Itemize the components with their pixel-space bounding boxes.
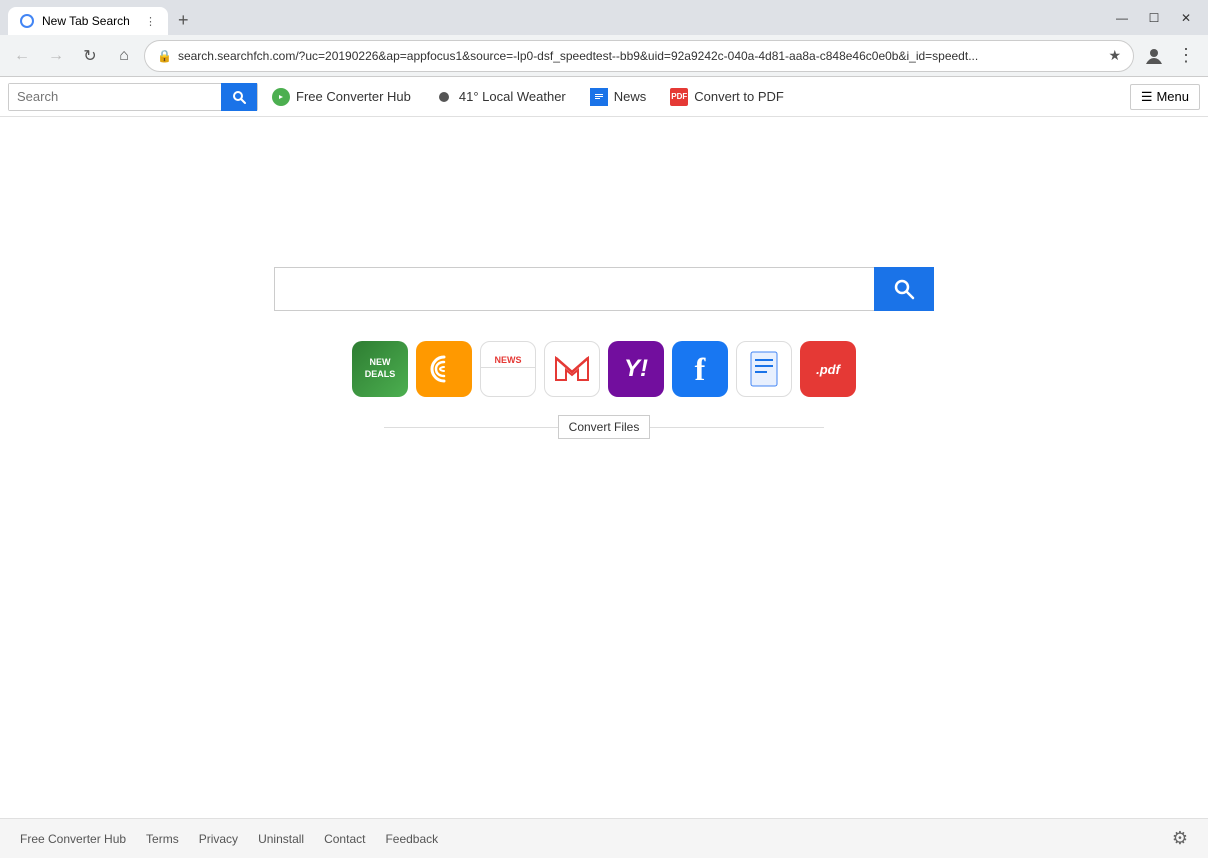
- weather-dot-icon: [439, 92, 449, 102]
- center-search-input[interactable]: [274, 267, 874, 311]
- address-bar[interactable]: 🔒 search.searchfch.com/?uc=20190226&ap=a…: [144, 40, 1134, 72]
- toolbar-item-local-weather-label: 41° Local Weather: [459, 89, 566, 104]
- toolbar-item-free-converter-hub[interactable]: Free Converter Hub: [262, 77, 421, 116]
- main-content: NEWDEALS NEWS: [0, 117, 1208, 818]
- footer-link-free-converter-hub[interactable]: Free Converter Hub: [20, 832, 126, 846]
- maximize-button[interactable]: ☐: [1140, 4, 1168, 32]
- quick-link-audible[interactable]: [416, 341, 472, 397]
- settings-gear-icon[interactable]: ⚙: [1172, 828, 1188, 849]
- tab-favicon: [20, 14, 34, 28]
- quick-link-facebook[interactable]: f: [672, 341, 728, 397]
- toolbar: Free Converter Hub 41° Local Weather New…: [0, 77, 1208, 117]
- browser-bar: ← → ↻ ⌂ 🔒 search.searchfch.com/?uc=20190…: [0, 35, 1208, 77]
- toolbar-item-free-converter-hub-label: Free Converter Hub: [296, 89, 411, 104]
- toolbar-item-convert-to-pdf[interactable]: PDF Convert to PDF: [660, 77, 794, 116]
- quick-link-yahoo[interactable]: Y!: [608, 341, 664, 397]
- window-controls: — ☐ ✕: [1108, 4, 1200, 32]
- quick-link-pdf[interactable]: .pdf: [800, 341, 856, 397]
- toolbar-item-local-weather[interactable]: 41° Local Weather: [425, 77, 576, 116]
- quick-link-gmail[interactable]: [544, 341, 600, 397]
- footer-link-contact[interactable]: Contact: [324, 832, 365, 846]
- center-search-container: [274, 267, 934, 311]
- menu-label: Menu: [1156, 89, 1189, 104]
- converter-hub-circle-icon: [272, 88, 290, 106]
- chrome-menu-button[interactable]: ⋮: [1172, 42, 1200, 70]
- tab-label: New Tab Search: [42, 14, 130, 28]
- footer: Free Converter Hub Terms Privacy Uninsta…: [0, 818, 1208, 858]
- pdf-red-icon: PDF: [670, 88, 688, 106]
- footer-link-uninstall[interactable]: Uninstall: [258, 832, 304, 846]
- bookmark-star-icon[interactable]: ★: [1108, 47, 1121, 64]
- news-icon: [590, 88, 608, 106]
- tab-close-button[interactable]: ⋮: [145, 15, 156, 28]
- toolbar-item-news-label: News: [614, 89, 647, 104]
- toolbar-item-convert-to-pdf-label: Convert to PDF: [694, 89, 784, 104]
- close-button[interactable]: ✕: [1172, 4, 1200, 32]
- separator-line-right: [650, 427, 824, 428]
- new-tab-button[interactable]: +: [170, 6, 197, 35]
- menu-icon: ☰: [1141, 89, 1153, 105]
- toolbar-search-button[interactable]: [221, 83, 257, 111]
- home-button[interactable]: ⌂: [110, 42, 138, 70]
- lock-icon: 🔒: [157, 49, 172, 63]
- quick-links-row: NEWDEALS NEWS: [352, 341, 856, 397]
- footer-link-privacy[interactable]: Privacy: [199, 832, 238, 846]
- back-button[interactable]: ←: [8, 42, 36, 70]
- quick-link-new-deals[interactable]: NEWDEALS: [352, 341, 408, 397]
- convert-files-tooltip: Convert Files: [558, 415, 651, 439]
- quick-link-docs[interactable]: [736, 341, 792, 397]
- center-search-button[interactable]: [874, 267, 934, 311]
- news-square-icon: [590, 88, 608, 106]
- separator-row: Convert Files: [384, 415, 824, 439]
- active-tab[interactable]: New Tab Search ⋮: [8, 7, 168, 35]
- forward-button[interactable]: →: [42, 42, 70, 70]
- tab-area: New Tab Search ⋮ +: [8, 0, 197, 35]
- title-bar: New Tab Search ⋮ + — ☐ ✕: [0, 0, 1208, 35]
- minimize-button[interactable]: —: [1108, 4, 1136, 32]
- toolbar-search-input[interactable]: [9, 84, 221, 110]
- profile-button[interactable]: [1140, 42, 1168, 70]
- converter-hub-icon: [272, 88, 290, 106]
- refresh-button[interactable]: ↻: [76, 42, 104, 70]
- browser-actions: ⋮: [1140, 42, 1200, 70]
- quick-link-news[interactable]: NEWS: [480, 341, 536, 397]
- toolbar-item-news[interactable]: News: [580, 77, 657, 116]
- menu-button[interactable]: ☰ Menu: [1130, 84, 1200, 110]
- separator-line-left: [384, 427, 558, 428]
- toolbar-search-container: [8, 83, 258, 111]
- url-text: search.searchfch.com/?uc=20190226&ap=app…: [178, 49, 1102, 63]
- pdf-icon: PDF: [670, 88, 688, 106]
- weather-icon: [435, 88, 453, 106]
- footer-link-terms[interactable]: Terms: [146, 832, 179, 846]
- footer-link-feedback[interactable]: Feedback: [385, 832, 438, 846]
